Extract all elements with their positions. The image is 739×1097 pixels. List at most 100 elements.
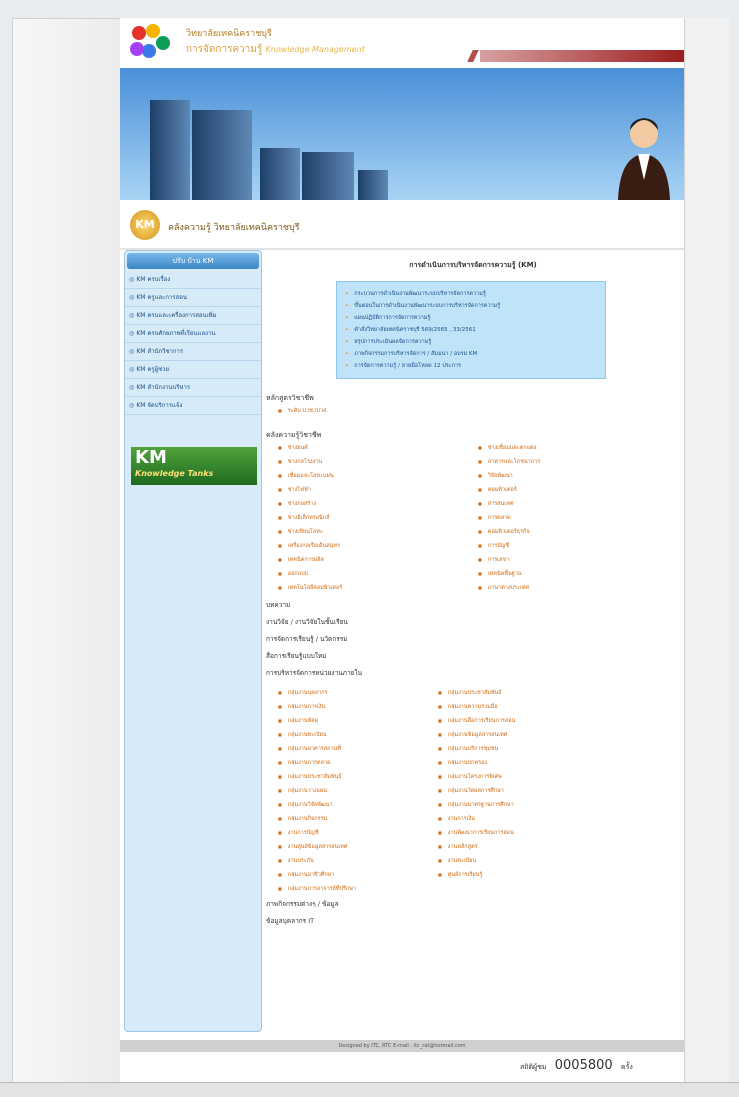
- department-link[interactable]: กลุ่มงานข้อมูลสารสนเทศ: [438, 732, 507, 738]
- knowledge-link[interactable]: ช่างอิเล็กทรอนิกส์: [278, 515, 330, 521]
- km-info-box: กระบวนการดำเนินงานพัฒนาระบบบริหารจัดการค…: [336, 281, 606, 379]
- info-link[interactable]: สรุปการประเมินผลจัดการความรู้: [345, 336, 597, 348]
- knowledge-link[interactable]: คอมพิวเตอร์: [478, 487, 517, 493]
- department-link[interactable]: กลุ่มงานการเงิน: [278, 704, 325, 710]
- knowledge-link[interactable]: ช่างยนต์: [278, 445, 308, 451]
- footer-bar: Designed by ITC, RTC E-mail : itc_rat@ho…: [120, 1040, 684, 1052]
- info-link[interactable]: คำสั่งวิทยาลัยเทคนิคราชบุรี 569/2565 , 3…: [345, 324, 597, 336]
- department-link[interactable]: กลุ่มงานโครงการพิเศษ: [438, 774, 502, 780]
- sub-header: KM คลังความรู้ วิทยาลัยเทคนิคราชบุรี: [120, 202, 684, 250]
- km-title: การจัดการความรู้ Knowledge Management: [186, 42, 365, 57]
- sidebar: ปรับ บ้าน KM ◎ KM ครบเรื่อง ◎ KM ครูและก…: [124, 250, 262, 1032]
- section-link[interactable]: ข้อมูลบุคลากร IT: [266, 913, 680, 930]
- department-link[interactable]: งานทะเบียน: [438, 858, 476, 864]
- department-link[interactable]: งานประกัน: [278, 858, 314, 864]
- operator-icon: [618, 118, 670, 200]
- sidebar-item[interactable]: ◎ KM ครบและเครื่องการสอนเพิ่ม: [125, 307, 261, 325]
- knowledge-link[interactable]: การตลาด: [478, 515, 511, 521]
- info-link[interactable]: กระบวนการดำเนินงานพัฒนาระบบบริหารจัดการค…: [345, 288, 597, 300]
- section-link[interactable]: ภาพกิจกรรมต่างๆ / ข้อมูล: [266, 896, 680, 913]
- main-content: การดำเนินการบริหารจัดการความรู้ (KM) กระ…: [266, 250, 680, 930]
- college-name: วิทยาลัยเทคนิคราชบุรี: [186, 29, 272, 39]
- department-link[interactable]: กลุ่มงานสื่อการเรียนการสอน: [438, 718, 515, 724]
- knowledge-link[interactable]: เครื่องกลเรือเดินสมุทร: [278, 543, 340, 549]
- knowledge-link[interactable]: อาหารและโภชนาการ: [478, 459, 540, 465]
- knowledge-heading: คลังความรู้วิชาชีพ: [266, 431, 322, 439]
- department-link[interactable]: กลุ่มงานมาตรฐานการศึกษา: [438, 802, 514, 808]
- knowledge-link[interactable]: ช่างกลโรงงาน: [278, 459, 322, 465]
- sidebar-item[interactable]: ◎ KM ครบศักยภาพที่เรียนแลงาน: [125, 325, 261, 343]
- knowledge-link[interactable]: ช่างเขียนโลหะ: [278, 529, 323, 535]
- sidebar-item[interactable]: ◎ KM ครูและการสอน: [125, 289, 261, 307]
- sidebar-item[interactable]: ◎ KM ครบเรื่อง: [125, 271, 261, 289]
- department-link[interactable]: กลุ่มงานประชาสัมพันธ์: [278, 774, 342, 780]
- knowledge-link[interactable]: การเลขา: [478, 557, 509, 563]
- section-link[interactable]: งานวิจัย / งานวิจัยในชั้นเรียน: [266, 614, 680, 631]
- department-link[interactable]: กลุ่มงานอาชีวศึกษา: [278, 872, 334, 878]
- section-link[interactable]: การจัดการเรียนรู้ / นวัตกรรม: [266, 631, 680, 648]
- department-link[interactable]: ศูนย์การเรียนรู้: [438, 872, 482, 878]
- department-link[interactable]: งานการบัญชี: [278, 830, 319, 836]
- km-thai: การจัดการความรู้: [186, 44, 263, 55]
- knowledge-link[interactable]: เทคนิคการผลิต: [278, 557, 324, 563]
- info-link[interactable]: ขั้นตอนในการดำเนินงานพัฒนาระบบการบริหารจ…: [345, 300, 597, 312]
- knowledge-link[interactable]: คอมพิวเตอร์ธุรกิจ: [478, 529, 530, 535]
- curriculum-link[interactable]: ระดับ ปวช./ปวส.: [278, 408, 328, 414]
- department-link[interactable]: กลุ่มงานประชาสัมพันธ์: [438, 690, 502, 696]
- knowledge-lists: ช่างยนต์ช่างกลโรงงานเชื่อมและโลหะแผ่นช่า…: [266, 441, 680, 591]
- department-link[interactable]: กลุ่มงานบริการชุมชน: [438, 746, 498, 752]
- header-stripe: [467, 50, 479, 62]
- department-link[interactable]: กลุ่มงานวิจัยพัฒนา: [278, 802, 333, 808]
- section-link[interactable]: สื่อการเรียนรู้แบบใหม่: [266, 648, 680, 665]
- knowledge-link[interactable]: วิจัยพัฒนา: [478, 473, 513, 479]
- department-link[interactable]: กลุ่มงานปกครอง: [438, 760, 487, 766]
- info-link[interactable]: ภาพกิจกรรมการบริหารจัดการ / สัมมนา / อบร…: [345, 348, 597, 360]
- top-bar: วิทยาลัยเทคนิคราชบุรี การจัดการความรู้ K…: [120, 18, 684, 66]
- department-lists: กลุ่มงานบุคลากรกลุ่มงานการเงินกลุ่มงานพั…: [266, 686, 680, 896]
- knowledge-link[interactable]: เชื่อมและโลหะแผ่น: [278, 473, 334, 479]
- department-link[interactable]: กลุ่มงานความร่วมมือ: [438, 704, 498, 710]
- sidebar-item[interactable]: ◎ KM สำนักวิชาการ: [125, 343, 261, 361]
- sidebar-header: ปรับ บ้าน KM: [127, 253, 259, 269]
- horizontal-scrollbar[interactable]: [0, 1082, 739, 1097]
- sidebar-item[interactable]: ◎ KM ครูผู้ช่วย: [125, 361, 261, 379]
- knowledge-link[interactable]: ช่างก่อสร้าง: [278, 501, 316, 507]
- department-link[interactable]: กลุ่มงานกิจกรรม: [278, 816, 327, 822]
- department-link[interactable]: กลุ่มงานบุคลากร: [278, 690, 328, 696]
- department-link[interactable]: กลุ่มงานทะเบียน: [278, 732, 327, 738]
- knowledge-link[interactable]: เทคนิคพื้นฐาน: [478, 571, 522, 577]
- sidebar-item[interactable]: ◎ KM สำนักงานบริหาร: [125, 379, 261, 397]
- knowledge-link[interactable]: ช่างไฟฟ้า: [278, 487, 311, 493]
- department-link[interactable]: งานศูนย์ข้อมูลสารสนเทศ: [278, 844, 347, 850]
- department-link[interactable]: งานการเงิน: [438, 816, 475, 822]
- knowledge-link[interactable]: เทคโนโลยีคอมพิวเตอร์: [278, 585, 342, 591]
- section-link[interactable]: บทความ: [266, 597, 680, 614]
- department-link[interactable]: กลุ่มงานอาคารสถานที่: [278, 746, 341, 752]
- km-knowledge-tanks-banner[interactable]: KM Knowledge Tanks: [131, 447, 257, 485]
- knowledge-base-title: คลังความรู้ วิทยาลัยเทคนิคราชบุรี: [168, 223, 300, 233]
- km-english: Knowledge Management: [265, 45, 365, 54]
- knowledge-link[interactable]: ภาษาต่างประเทศ: [478, 585, 529, 591]
- page: วิทยาลัยเทคนิคราชบุรี การจัดการความรู้ K…: [120, 18, 684, 1082]
- section-link[interactable]: การบริหารจัดการหน่วยงานภายใน: [266, 665, 680, 682]
- department-link[interactable]: กลุ่มงานการตลาด: [278, 760, 331, 766]
- department-link[interactable]: กลุ่มงานวางแผน: [278, 788, 327, 794]
- info-link[interactable]: การจัดการความรู้ / ลายมือโหลด 12 ประการ: [345, 360, 597, 372]
- curriculum-heading: หลักสูตรวิชาชีพ: [266, 394, 314, 402]
- left-gutter: [12, 18, 122, 1084]
- knowledge-link[interactable]: ออกแบบ: [278, 571, 308, 577]
- banner-image: [120, 68, 684, 200]
- visitor-count: 0005800: [554, 1058, 613, 1073]
- knowledge-link[interactable]: สารสนเทศ: [478, 501, 513, 507]
- knowledge-link[interactable]: การบัญชี: [478, 543, 509, 549]
- department-link[interactable]: งานหลักสูตร: [438, 844, 478, 850]
- info-link[interactable]: แผนปฏิบัติการการจัดการความรู้: [345, 312, 597, 324]
- department-link[interactable]: กลุ่มงานวัดผลการศึกษา: [438, 788, 504, 794]
- main-title: การดำเนินการบริหารจัดการความรู้ (KM): [409, 261, 537, 269]
- department-link[interactable]: กลุ่มงานการอาจารย์ที่ปรึกษา: [278, 886, 356, 892]
- department-link[interactable]: งานพัฒนาการเรียนการสอน: [438, 830, 514, 836]
- knowledge-link[interactable]: ช่างเชื่อมและตกแต่ง: [478, 445, 536, 451]
- department-link[interactable]: กลุ่มงานพัสดุ: [278, 718, 318, 724]
- right-gutter: [684, 18, 729, 1082]
- sidebar-item[interactable]: ◎ KM จัดบริการแจ้ง: [125, 397, 261, 415]
